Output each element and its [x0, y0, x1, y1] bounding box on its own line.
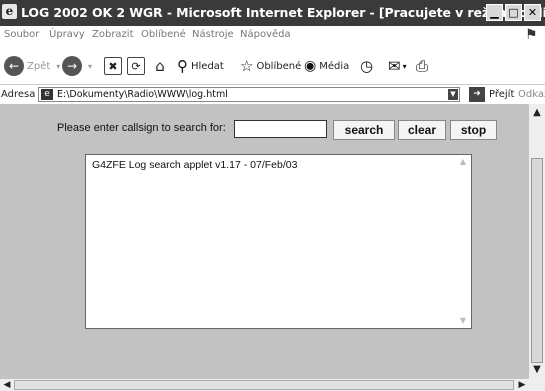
back-button[interactable]: ← Zpět ▾: [4, 55, 60, 77]
back-label: Zpět: [27, 60, 51, 72]
output-textarea[interactable]: G4ZFE Log search applet v1.17 - 07/Feb/0…: [85, 154, 472, 329]
media-label: Média: [319, 60, 350, 72]
refresh-icon: ⟳: [127, 57, 145, 75]
star-icon: ☆: [240, 57, 254, 75]
back-arrow-icon: ←: [4, 56, 24, 76]
address-field[interactable]: e E:\Dokumenty\Radio\WWW\log.html ▼: [38, 87, 460, 102]
mail-icon: ✉: [388, 57, 401, 75]
search-applet-button[interactable]: search: [333, 120, 395, 140]
minimize-button[interactable]: ▁: [486, 4, 503, 21]
ie-icon: e: [2, 4, 17, 19]
toolbar: ← Zpět ▾ → ▾ ✖ ⟳ ⌂ ⚲ Hledat ☆ Oblíbené ◉…: [0, 46, 545, 84]
go-arrow-icon[interactable]: ➜: [469, 87, 485, 102]
address-url[interactable]: E:\Dokumenty\Radio\WWW\log.html: [57, 89, 228, 100]
links-button[interactable]: Odkazy: [518, 89, 545, 100]
callsign-input[interactable]: [234, 120, 327, 138]
windows-logo-icon: ⚑: [525, 27, 538, 43]
vertical-scroll-thumb[interactable]: [531, 158, 543, 363]
address-bar: Adresa e E:\Dokumenty\Radio\WWW\log.html…: [0, 84, 545, 105]
output-text: G4ZFE Log search applet v1.17 - 07/Feb/0…: [92, 159, 298, 171]
scroll-up-icon[interactable]: ▲: [530, 106, 544, 120]
mail-button[interactable]: ✉ ▾: [388, 55, 407, 77]
search-icon: ⚲: [177, 57, 188, 75]
home-icon: ⌂: [155, 57, 165, 75]
go-button[interactable]: Přejít: [489, 89, 514, 100]
menu-napoveda[interactable]: Nápověda: [240, 29, 291, 40]
search-label: Hledat: [191, 60, 224, 72]
window-title: LOG 2002 OK 2 WGR - Microsoft Internet E…: [21, 5, 545, 20]
output-scroll-down-icon[interactable]: ▼: [458, 316, 468, 326]
forward-dropdown-icon[interactable]: ▾: [88, 62, 92, 71]
print-button[interactable]: ⎙: [416, 55, 428, 77]
page-content: Please enter callsign to search for: sea…: [0, 104, 529, 379]
favorites-label: Oblíbené: [256, 60, 302, 72]
address-dropdown-icon[interactable]: ▼: [448, 89, 458, 100]
horizontal-scroll-thumb[interactable]: [14, 380, 514, 390]
close-button[interactable]: ✕: [524, 4, 541, 21]
maximize-button[interactable]: □: [505, 4, 522, 21]
menu-upravy[interactable]: Úpravy: [49, 29, 85, 40]
mail-dropdown-icon[interactable]: ▾: [403, 62, 407, 71]
menu-zobrazit[interactable]: Zobrazit: [92, 29, 134, 40]
print-icon: ⎙: [416, 57, 429, 75]
forward-button[interactable]: → ▾: [62, 55, 92, 77]
title-bar: e LOG 2002 OK 2 WGR - Microsoft Internet…: [0, 0, 545, 26]
menu-oblibene[interactable]: Oblíbené: [141, 29, 186, 40]
media-button[interactable]: ◉ Média: [304, 55, 349, 77]
forward-arrow-icon: →: [62, 56, 82, 76]
stop-button[interactable]: ✖: [104, 55, 122, 77]
scroll-down-icon[interactable]: ▼: [530, 363, 544, 377]
menu-nastroje[interactable]: Nástroje: [192, 29, 234, 40]
menu-bar: Soubor Úpravy Zobrazit Oblíbené Nástroje…: [0, 26, 545, 46]
history-icon: ◷: [360, 57, 374, 75]
horizontal-scrollbar[interactable]: ◀ ▶: [0, 379, 545, 391]
home-button[interactable]: ⌂: [151, 55, 169, 77]
menu-soubor[interactable]: Soubor: [4, 29, 39, 40]
stop-applet-button[interactable]: stop: [450, 120, 497, 140]
scroll-right-icon[interactable]: ▶: [516, 379, 528, 391]
refresh-button[interactable]: ⟳: [127, 55, 145, 77]
stop-icon: ✖: [104, 57, 122, 75]
output-scroll-up-icon[interactable]: ▲: [458, 157, 468, 167]
address-label: Adresa: [1, 89, 36, 100]
clear-button[interactable]: clear: [398, 120, 446, 140]
history-button[interactable]: ◷: [360, 55, 373, 77]
scroll-left-icon[interactable]: ◀: [1, 379, 13, 391]
page-icon: e: [41, 89, 53, 100]
callsign-prompt: Please enter callsign to search for:: [57, 122, 226, 134]
vertical-scrollbar[interactable]: ▲ ▼: [529, 104, 545, 379]
back-dropdown-icon[interactable]: ▾: [56, 62, 60, 71]
search-button[interactable]: ⚲ Hledat: [177, 55, 224, 77]
media-icon: ◉: [304, 58, 317, 74]
favorites-button[interactable]: ☆ Oblíbené: [240, 55, 301, 77]
